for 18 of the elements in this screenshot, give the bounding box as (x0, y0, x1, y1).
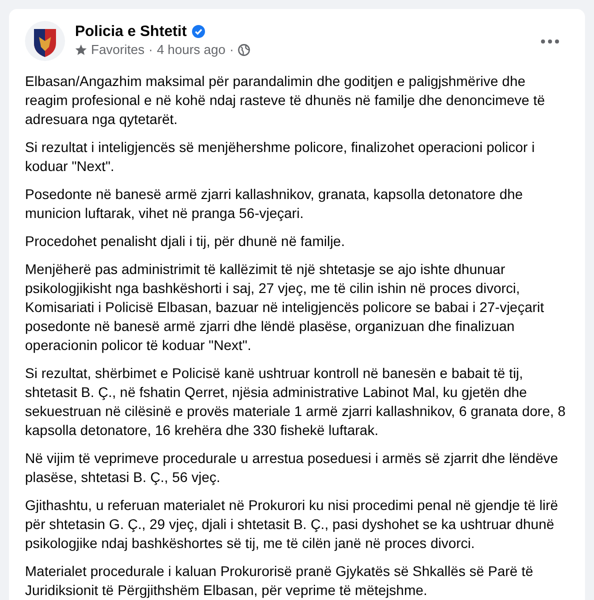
post-paragraph: Si rezultat, shërbimet e Policisë kanë ushtruar kontroll në banesën e babait të tij, shtetasit B. Ç., në fshatin Qerret, njësia administrative Labinot Mal, ku gjetën dhe sekuestruan në cilësinë e provës materiale 1 armë zjarri kallashnikov, 6 granata dore, 8 kapsolla detonatore, 16 krehëra dhe 330 fishekë luftarak. (25, 364, 567, 440)
post-paragraph: Menjëherë pas administrimit të kallëzimit të një shtetasje se ajo ishte dhunuar psikologjikisht nga bashkëshorti i saj, 27 vjeç, me të cilin ishin në proces divorci, Komisariati i Policisë Elbasan, bazuar në inteligjencës policore se babai i 27-vjeçarit posedonte në banesë armë zjarri dhe lëndë plasëse, organizuan dhe finalizuan operacionin policor të koduar "Next". (25, 260, 546, 355)
post-paragraph: Si rezultat i inteligjencës së menjëhershme policore, finalizohet operacioni policor i koduar "Next". (25, 138, 536, 176)
author-name[interactable]: Policia e Shtetit (75, 23, 187, 40)
separator-dot: · (148, 42, 153, 57)
post-paragraph: Posedonte në banesë armë zjarri kallashnikov, granata, kapsolla detonatore dhe municion luftarak, vihet në pranga 56-vjeçari. (25, 185, 524, 223)
star-icon (75, 44, 87, 56)
post-paragraph: Materialet procedurale i kaluan Prokurorisë pranë Gjykatës së Shkallës së Parë të Juridiksionit të Përgjithshëm Elbasan, për veprime të mëtejshme. (25, 562, 534, 600)
audience-label[interactable]: Favorites (91, 42, 144, 57)
post-paragraph: Në vijim të veprimeve procedurale u arrestua poseduesi i armës së zjarrit dhe lëndëve plasëse, shtetasi B. Ç., 56 vjeç. (25, 449, 560, 487)
more-options-icon[interactable] (540, 39, 560, 44)
post-paragraph: Procedohet penalisht djali i tij, për dhunë në familje. (25, 232, 346, 251)
post-paragraph: Elbasan/Angazhim maksimal për parandalimin dhe goditjen e paligjshmërive dhe reagim profesional e në kohë ndaj rasteve të dhunës në familje dhe denoncimeve të adresuara nga qytetarët. (25, 72, 546, 129)
post-time[interactable]: 4 hours ago (156, 42, 226, 57)
globe-icon[interactable] (238, 44, 250, 56)
post-paragraph: Gjithashtu, u referuan materialet në Prokurori ku nisi procedimi penal në gjendje të lirë për shtetasin G. Ç., 29 vjeç, djali i shtetasit B. Ç., pasi dyshohet se ka ushtruar dhunë psikologjike ndaj bashkëshortes së tij, me të cilën janë në proces divorci. (25, 496, 560, 553)
shield-avatar-icon[interactable] (25, 21, 65, 61)
separator-dot: · (229, 42, 234, 57)
